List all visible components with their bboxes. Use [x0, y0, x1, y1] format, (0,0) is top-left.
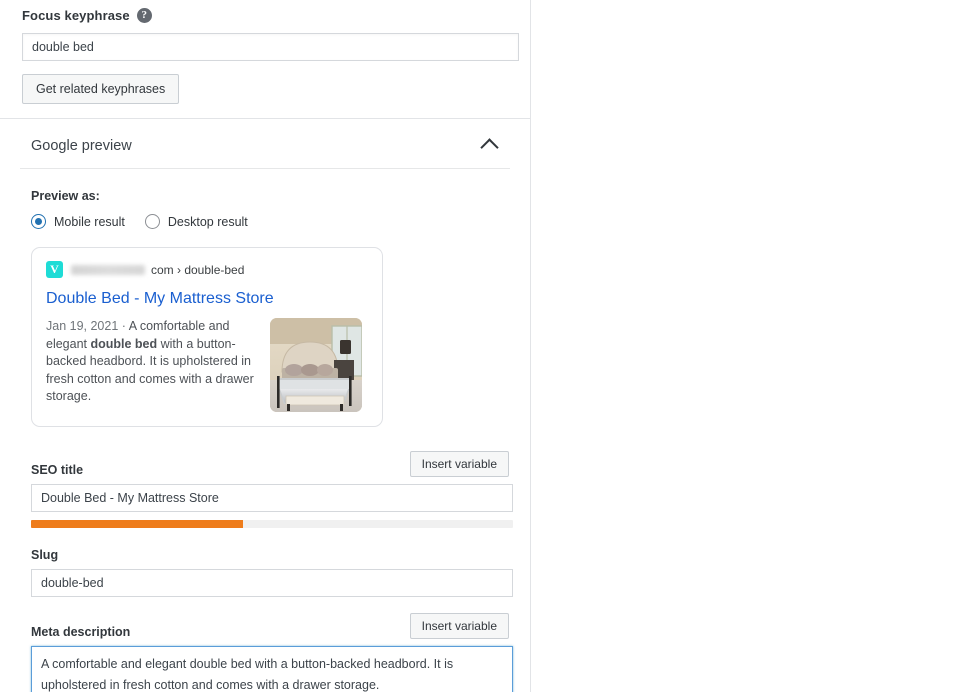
meta-description-label: Meta description — [31, 625, 131, 639]
slug-label: Slug — [31, 548, 59, 562]
search-result-url-text: com › double-bed — [151, 262, 245, 277]
search-result-url-row: V com › double-bed — [46, 261, 368, 278]
get-related-keyphrases-button[interactable]: Get related keyphrases — [22, 74, 180, 104]
focus-keyphrase-label: Focus keyphrase — [22, 8, 130, 23]
focus-keyphrase-input[interactable] — [22, 33, 519, 61]
chevron-up-icon[interactable] — [480, 138, 499, 157]
seo-title-length-meter — [31, 520, 513, 528]
search-result-desc-keyphrase: double bed — [90, 336, 158, 351]
seo-title-length-meter-fill — [31, 520, 244, 528]
search-result-date: Jan 19, 2021 — [46, 319, 119, 333]
meta-description-textarea[interactable]: A comfortable and elegant double bed wit… — [31, 646, 513, 692]
search-result-description: Jan 19, 2021 · A comfortable and elegant… — [46, 318, 258, 412]
slug-input[interactable] — [31, 569, 513, 597]
help-icon[interactable]: ? — [136, 8, 152, 23]
radio-desktop-result-dot[interactable] — [144, 214, 160, 229]
google-preview-title: Google preview — [31, 137, 132, 154]
slug-header: Slug — [31, 536, 509, 562]
radio-desktop-result-label: Desktop result — [167, 214, 248, 229]
search-result-title-link[interactable]: Double Bed - My Mattress Store — [46, 289, 368, 309]
google-preview-header[interactable]: Google preview — [20, 119, 510, 169]
radio-desktop-result[interactable]: Desktop result — [144, 214, 248, 229]
preview-as-radio-group: Mobile result Desktop result — [31, 214, 510, 229]
search-result-thumbnail — [270, 318, 362, 412]
preview-as-label: Preview as: — [31, 189, 100, 203]
insert-variable-button-title[interactable]: Insert variable — [409, 451, 509, 477]
seo-title-header: SEO title Insert variable — [31, 451, 509, 477]
focus-keyphrase-block: Focus keyphrase ? Get related keyphrases — [0, 0, 530, 119]
seo-title-input[interactable] — [31, 484, 513, 512]
meta-description-textarea-wrap: A comfortable and elegant double bed wit… — [31, 646, 513, 692]
meta-description-header: Meta description Insert variable — [31, 613, 509, 639]
search-result-date-separator: · — [118, 319, 126, 333]
google-preview-section: Google preview Preview as: Mobile result… — [0, 119, 530, 692]
search-result-body: Jan 19, 2021 · A comfortable and elegant… — [46, 318, 368, 412]
focus-keyphrase-label-row: Focus keyphrase ? — [22, 8, 510, 23]
seo-title-label: SEO title — [31, 463, 84, 477]
redacted-domain-blur — [71, 264, 145, 275]
yoast-seo-sidebar-panel: Focus keyphrase ? Get related keyphrases… — [0, 0, 531, 692]
radio-mobile-result-dot[interactable] — [31, 214, 46, 229]
radio-mobile-result[interactable]: Mobile result — [31, 214, 125, 229]
screenshot-root: Focus keyphrase ? Get related keyphrases… — [0, 0, 969, 692]
site-favicon-icon: V — [46, 261, 63, 278]
bedroom-photo-icon — [270, 318, 362, 412]
insert-variable-button-meta[interactable]: Insert variable — [409, 613, 509, 639]
radio-mobile-result-label: Mobile result — [54, 214, 125, 229]
search-result-preview-card[interactable]: V com › double-bed Double Bed - My Mattr… — [31, 247, 383, 427]
